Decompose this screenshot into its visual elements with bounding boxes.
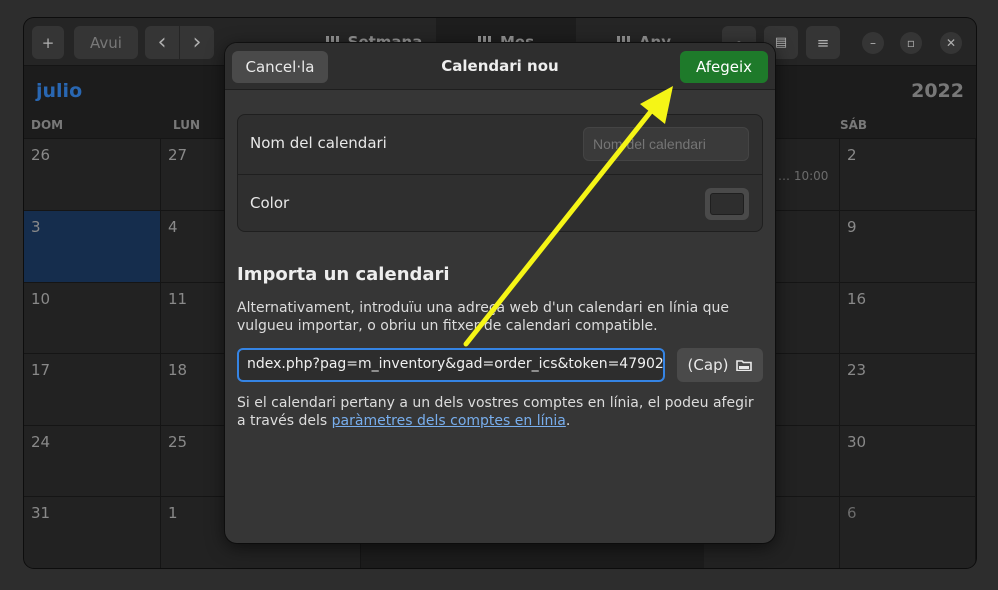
folder-open-icon [736, 360, 753, 371]
online-accounts-link[interactable]: paràmetres dels comptes en línia [332, 413, 566, 429]
file-chooser-button[interactable]: (Cap) [677, 348, 763, 382]
color-label: Color [250, 194, 290, 212]
calendar-name-input[interactable] [583, 127, 749, 161]
name-label: Nom del calendari [250, 134, 387, 152]
calendar-properties-list: Nom del calendari Color [237, 114, 763, 232]
color-row: Color [238, 174, 762, 233]
import-description: Alternativament, introduïu una adreça we… [237, 300, 729, 334]
color-swatch [710, 193, 744, 215]
color-picker-button[interactable] [705, 188, 749, 220]
import-section-title: Importa un calendari [237, 264, 450, 285]
new-calendar-dialog: Cancel·la Calendari nou Afegeix Nom del … [225, 43, 775, 543]
add-button[interactable]: Afegeix [680, 51, 768, 83]
name-row: Nom del calendari [238, 115, 762, 174]
calendar-url-input[interactable]: ndex.php?pag=m_inventory&gad=order_ics&t… [237, 348, 665, 382]
dialog-header: Cancel·la Calendari nou Afegeix [225, 43, 775, 90]
online-accounts-note: Si el calendari pertany a un dels vostre… [237, 395, 754, 429]
